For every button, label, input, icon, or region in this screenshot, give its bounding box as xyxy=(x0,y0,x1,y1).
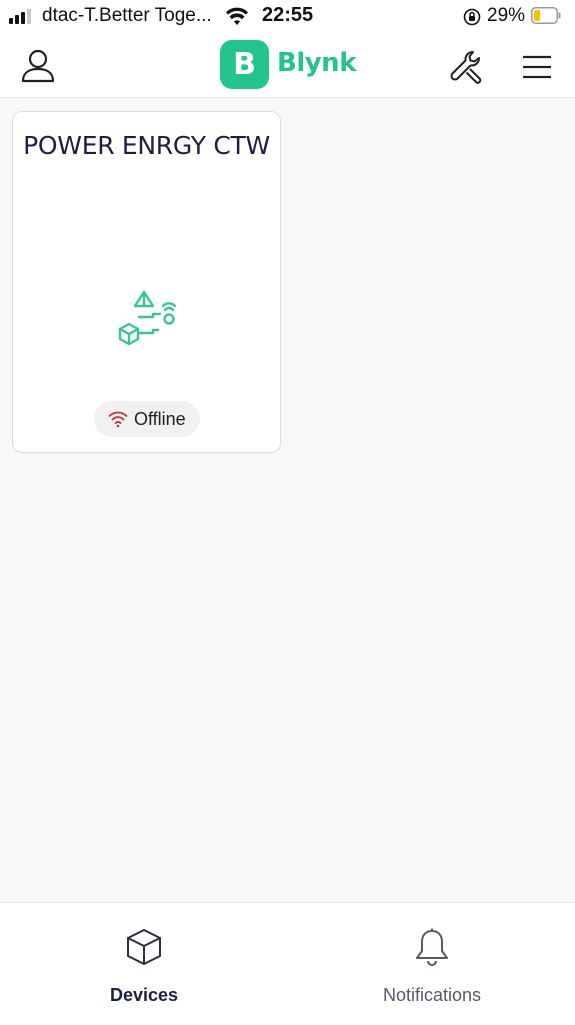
tab-notifications[interactable]: Notifications xyxy=(316,903,548,1025)
signal-icon xyxy=(9,8,35,24)
wrench-icon[interactable] xyxy=(449,49,485,85)
brand-name: Blynk xyxy=(277,48,356,78)
status-label: Offline xyxy=(134,409,186,429)
tab-label-notifications: Notifications xyxy=(382,985,482,1005)
status-bar: dtac-T.Better Toge... 22:55 29% xyxy=(0,0,575,32)
device-card[interactable]: POWER ENRGY CTW Offline xyxy=(12,111,281,453)
clock: 22:55 xyxy=(262,4,314,26)
carrier-name: dtac-T.Better Toge... xyxy=(42,5,212,26)
tab-label-devices: Devices xyxy=(109,985,179,1005)
bell-icon xyxy=(416,928,448,966)
tab-devices[interactable]: Devices xyxy=(30,903,258,1025)
hamburger-menu-icon[interactable] xyxy=(521,54,553,80)
wifi-offline-icon xyxy=(108,411,128,428)
device-name: POWER ENRGY CTW xyxy=(23,131,270,160)
orientation-lock-icon xyxy=(463,8,481,26)
battery-icon xyxy=(531,7,561,24)
cube-icon xyxy=(127,929,161,965)
wifi-icon xyxy=(226,7,248,25)
battery-percent: 29% xyxy=(487,5,526,26)
profile-icon[interactable] xyxy=(20,48,56,84)
status-badge: Offline xyxy=(94,401,200,437)
device-template-icon xyxy=(118,290,177,346)
tab-bar: Devices Notifications xyxy=(0,902,575,1025)
blynk-logo: B xyxy=(220,40,269,89)
app-header: B Blynk xyxy=(0,32,575,98)
